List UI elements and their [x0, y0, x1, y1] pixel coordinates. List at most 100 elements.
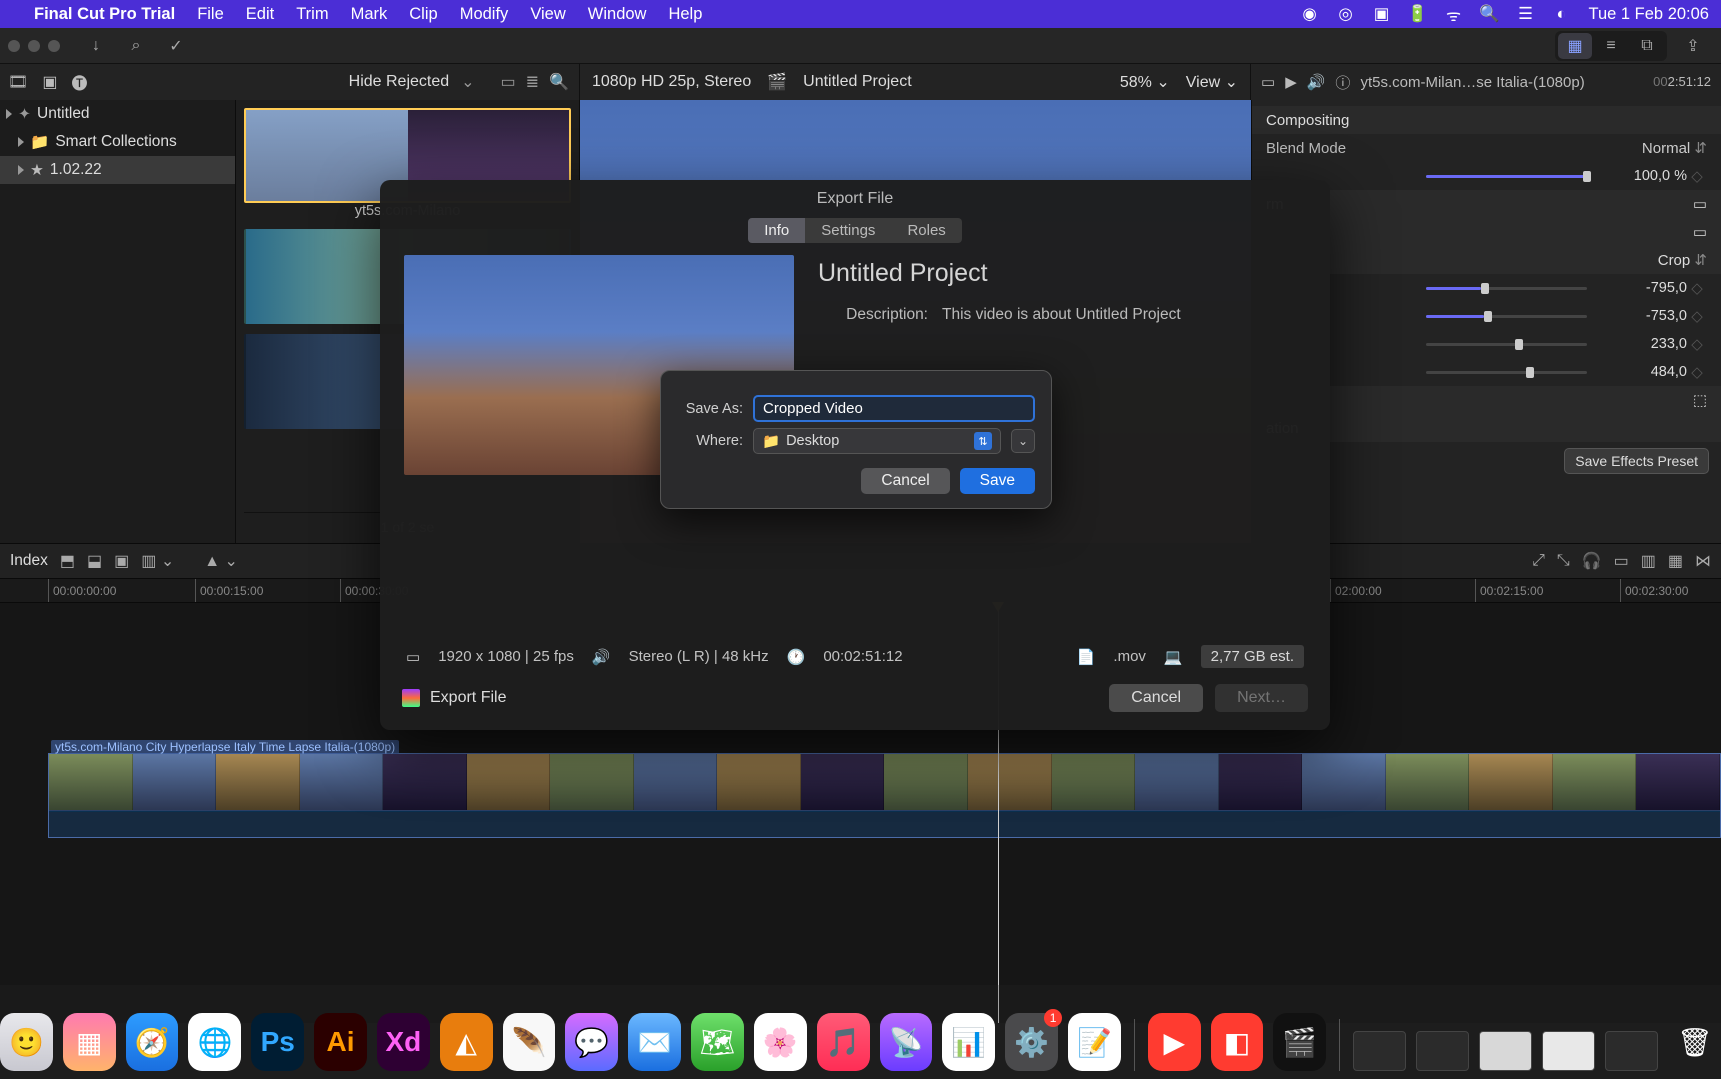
dock-notes[interactable]: 📝 — [1068, 1013, 1121, 1071]
dock-minimized-window[interactable] — [1542, 1031, 1595, 1071]
library-icon[interactable]: 🎞 — [8, 70, 28, 94]
keyframe-icon[interactable]: ◇ — [1687, 335, 1707, 353]
audio-inspector-icon[interactable]: 🔊 — [1307, 73, 1326, 91]
menu-extra-icon[interactable]: ▣ — [1373, 5, 1391, 23]
dock-finder[interactable]: 🙂 — [0, 1013, 53, 1071]
connect-clip-icon[interactable]: ⬒ — [60, 551, 75, 571]
disclosure-triangle-icon[interactable] — [18, 137, 24, 147]
layout-timeline-button[interactable]: ≡ — [1594, 33, 1628, 59]
chevron-down-icon[interactable]: ⌄ — [461, 72, 474, 92]
dock-minimized-window[interactable] — [1353, 1031, 1406, 1071]
event-item[interactable]: ★ 1.02.22 — [0, 156, 235, 184]
siri-icon[interactable]: ◐ — [1553, 5, 1571, 23]
keyframe-icon[interactable]: ◇ — [1687, 307, 1707, 325]
battery-icon[interactable]: 🔋 — [1409, 5, 1427, 23]
dock-settings[interactable]: ⚙️1 — [1005, 1013, 1058, 1071]
dock-illustrator[interactable]: Ai — [314, 1013, 367, 1071]
export-next-button[interactable]: Next… — [1215, 684, 1308, 712]
menu-help[interactable]: Help — [668, 5, 702, 24]
export-tab-settings[interactable]: Settings — [805, 218, 891, 243]
dock-numbers[interactable]: 📊 — [942, 1013, 995, 1071]
menu-modify[interactable]: Modify — [460, 5, 509, 24]
clip-search-icon[interactable]: 🔍 — [549, 72, 569, 92]
control-center-icon[interactable]: ☰ — [1517, 5, 1535, 23]
dock-safari[interactable]: 🧭 — [126, 1013, 179, 1071]
screenrec-icon[interactable]: ◉ — [1301, 5, 1319, 23]
inspector-section-compositing[interactable]: Compositing — [1252, 106, 1721, 134]
crop-type-menu[interactable]: Crop ⇵ — [1658, 251, 1707, 269]
timeline-clip-audio[interactable] — [49, 811, 1720, 837]
disclosure-triangle-icon[interactable] — [6, 109, 12, 119]
disclosure-triangle-icon[interactable] — [18, 165, 24, 175]
insert-clip-icon[interactable]: ⬓ — [87, 551, 102, 571]
append-clip-icon[interactable]: ▣ — [114, 551, 129, 571]
crop-bottom-value[interactable]: 484,0 — [1603, 364, 1687, 380]
blend-mode-value[interactable]: Normal ⇵ — [1642, 139, 1707, 157]
menu-edit[interactable]: Edit — [246, 5, 274, 24]
opacity-slider[interactable] — [1426, 175, 1587, 178]
menu-view[interactable]: View — [530, 5, 565, 24]
info-inspector-icon[interactable]: ⓘ — [1335, 72, 1350, 93]
dock-app-red1[interactable]: ▶ — [1148, 1013, 1201, 1071]
crop-top-slider[interactable] — [1426, 343, 1587, 346]
where-select[interactable]: 📁 Desktop ⇅ — [753, 428, 1001, 454]
dock-launchpad[interactable]: ▦ — [63, 1013, 116, 1071]
video-inspector-icon[interactable]: ▭ — [1261, 73, 1275, 91]
dock-minimized-window[interactable] — [1479, 1031, 1532, 1071]
skimming-icon[interactable]: ⤢ — [1532, 552, 1545, 570]
crop-left-value[interactable]: -795,0 — [1603, 280, 1687, 296]
layout-browser-button[interactable]: ▦ — [1558, 33, 1592, 59]
photos-icon[interactable]: ▣ — [42, 70, 57, 94]
menu-trim[interactable]: Trim — [296, 5, 328, 24]
save-confirm-button[interactable]: Save — [960, 468, 1035, 494]
dock-minimized-window[interactable] — [1605, 1031, 1658, 1071]
save-effects-preset-button[interactable]: Save Effects Preset — [1564, 448, 1709, 474]
menu-file[interactable]: File — [197, 5, 224, 24]
solo-icon[interactable]: 🎧 — [1582, 551, 1602, 571]
timeline-clip[interactable]: yt5s.com-Milano City Hyperlapse Italy Ti… — [48, 753, 1721, 838]
smart-collections[interactable]: 📁 Smart Collections — [0, 128, 235, 156]
effects-browser-icon[interactable]: ▦ — [1668, 551, 1683, 571]
distort-icon[interactable]: ⬚ — [1693, 391, 1707, 409]
clip-filmstrip-icon[interactable]: ▭ — [501, 72, 516, 92]
window-traffic-lights[interactable] — [8, 40, 60, 52]
share-button[interactable]: ⇪ — [1676, 33, 1710, 59]
crop-rect-icon[interactable]: ▭ — [1693, 223, 1707, 241]
dock-app-feather[interactable]: 🪶 — [503, 1013, 556, 1071]
menubar-clock[interactable]: Tue 1 Feb 20:06 — [1589, 5, 1709, 24]
dock-blender[interactable]: ◭ — [440, 1013, 493, 1071]
audio-skimming-icon[interactable]: ⤡ — [1557, 552, 1570, 570]
export-tab-roles[interactable]: Roles — [891, 218, 961, 243]
dock-podcasts[interactable]: 📡 — [880, 1013, 933, 1071]
transform-rect-icon[interactable]: ▭ — [1693, 195, 1707, 213]
dock-mail[interactable]: ✉️ — [628, 1013, 681, 1071]
menu-clip[interactable]: Clip — [409, 5, 437, 24]
bg-tasks-button[interactable]: ✓ — [159, 33, 193, 59]
dock-messenger[interactable]: 💬 — [565, 1013, 618, 1071]
arrow-tool-icon[interactable]: ▲ ⌄ — [204, 551, 238, 571]
dock-app-red2[interactable]: ◧ — [1211, 1013, 1264, 1071]
viewer-zoom-menu[interactable]: 58% ⌄ — [1120, 72, 1170, 92]
import-button[interactable]: ↓ — [79, 33, 113, 59]
menu-mark[interactable]: Mark — [351, 5, 388, 24]
spotlight-icon[interactable]: 🔍 — [1481, 5, 1499, 23]
transitions-browser-icon[interactable]: ⋈ — [1695, 551, 1711, 571]
timeline-index-button[interactable]: Index — [10, 552, 48, 570]
status-icon[interactable]: ◎ — [1337, 5, 1355, 23]
crop-right-slider[interactable] — [1426, 315, 1587, 318]
expand-save-panel-button[interactable]: ⌄ — [1011, 429, 1035, 453]
keyword-button[interactable]: ⌕ — [119, 33, 153, 59]
dock-minimized-window[interactable] — [1416, 1031, 1469, 1071]
snapping-icon[interactable]: ▭ — [1614, 551, 1629, 571]
clip-list-icon[interactable]: ≣ — [526, 72, 539, 92]
crop-left-slider[interactable] — [1426, 287, 1587, 290]
opacity-value[interactable]: 100,0 % — [1603, 168, 1687, 184]
crop-top-value[interactable]: 233,0 — [1603, 336, 1687, 352]
dock-photoshop[interactable]: Ps — [251, 1013, 304, 1071]
dock-trash[interactable]: 🗑 — [1668, 1013, 1721, 1071]
wifi-icon[interactable]: ᯤ — [1445, 5, 1463, 23]
dock-maps[interactable]: 🗺 — [691, 1013, 744, 1071]
save-as-input[interactable] — [753, 395, 1035, 422]
export-tab-info[interactable]: Info — [748, 218, 805, 243]
color-inspector-icon[interactable]: ▶ — [1285, 73, 1297, 91]
